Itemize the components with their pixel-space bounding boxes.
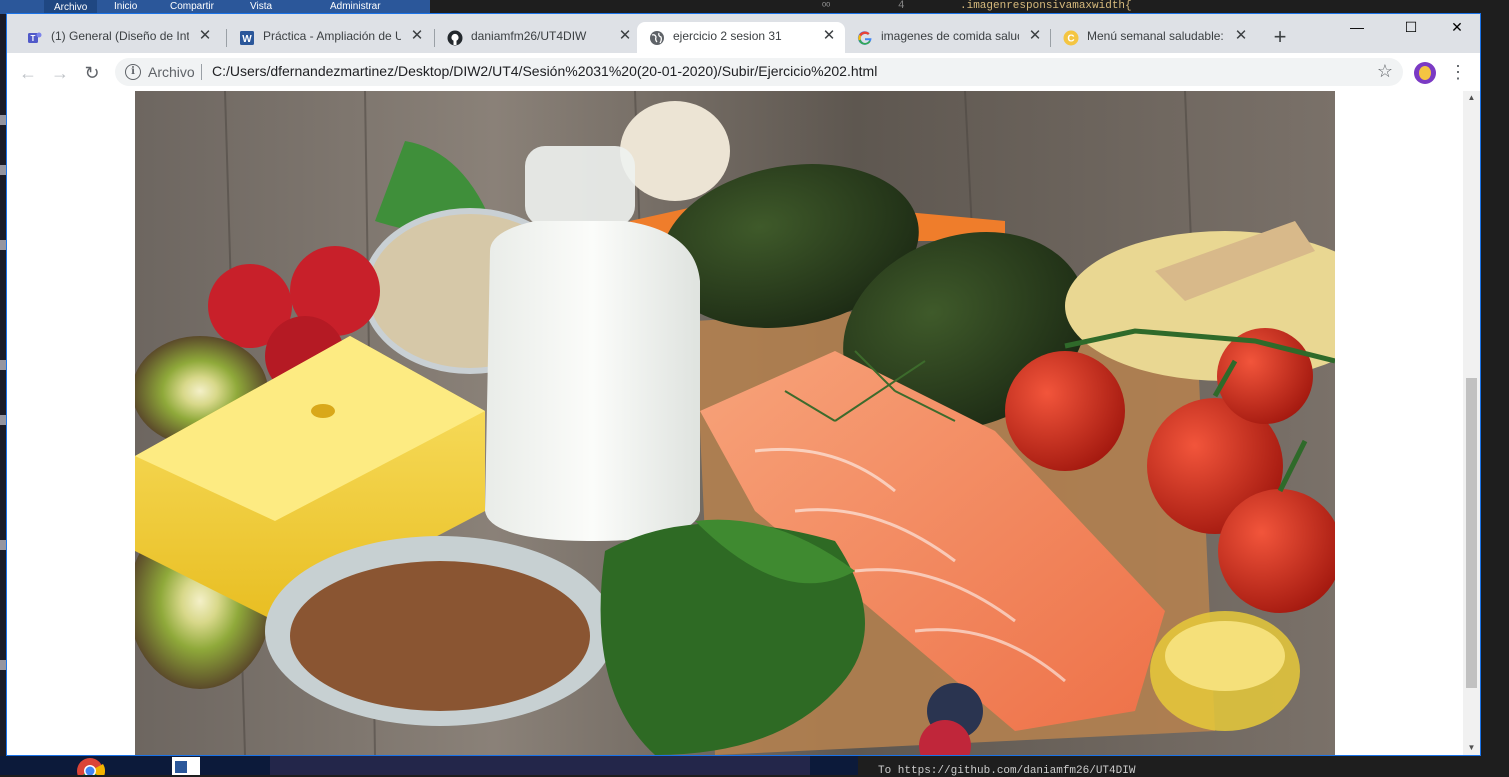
browser-toolbar: ← → ↻ i Archivo C:/Users/dfernandezmarti…	[7, 53, 1480, 92]
tab-github[interactable]: daniamfm26/UT4DIW ✕	[435, 22, 641, 53]
tab-label: Menú semanal saludable: e	[1087, 29, 1225, 43]
tab-close-icon[interactable]: ✕	[1233, 28, 1249, 44]
maximize-button[interactable]: ☐	[1388, 14, 1434, 40]
word-taskbar-icon[interactable]	[172, 757, 200, 775]
bookmark-star-icon[interactable]: ☆	[1377, 61, 1393, 82]
tab-close-icon[interactable]: ✕	[617, 28, 633, 44]
tab-label: Práctica - Ampliación de U	[263, 29, 401, 43]
terminal-line: To https://github.com/daniamfm26/UT4DIW	[878, 765, 1136, 777]
tab-label: (1) General (Diseño de Inte	[51, 29, 189, 43]
ribbon-tab-inicio[interactable]: Inicio	[114, 1, 137, 12]
minimize-button[interactable]: —	[1334, 14, 1380, 40]
terminal-behind: To https://github.com/daniamfm26/UT4DIW	[858, 755, 1509, 777]
cookpad-icon: C	[1063, 30, 1079, 46]
new-tab-button[interactable]: +	[1269, 26, 1291, 48]
code-editor-behind: ᵒᵒ 4 .imagenresponsivamaxwidth{	[810, 0, 1509, 14]
browser-window: T (1) General (Diseño de Inte ✕ W Prácti…	[7, 14, 1480, 755]
close-window-button[interactable]: ✕	[1434, 14, 1480, 40]
tab-ejercicio-active[interactable]: ejercicio 2 sesion 31 ✕	[637, 22, 845, 53]
google-icon	[857, 30, 873, 46]
url-text[interactable]: C:/Users/dfernandezmartinez/Desktop/DIW2…	[212, 63, 877, 79]
tab-close-icon[interactable]: ✕	[409, 28, 425, 44]
editor-line-number: 4	[898, 0, 905, 12]
word-icon: W	[239, 30, 255, 46]
ribbon-tab-compartir[interactable]: Compartir	[170, 1, 214, 12]
tab-word[interactable]: W Práctica - Ampliación de U ✕	[227, 22, 433, 53]
site-info-icon[interactable]: i	[125, 64, 141, 80]
ribbon-tab-administrar[interactable]: Administrar	[330, 1, 381, 12]
tab-teams[interactable]: T (1) General (Diseño de Inte ✕	[15, 22, 221, 53]
tab-strip: T (1) General (Diseño de Inte ✕ W Prácti…	[7, 14, 1480, 53]
tab-close-icon[interactable]: ✕	[1027, 28, 1043, 44]
omnibox-divider	[201, 64, 202, 80]
forward-button[interactable]: →	[48, 61, 72, 85]
github-icon	[447, 30, 463, 46]
svg-text:T: T	[31, 34, 36, 43]
chrome-taskbar-icon[interactable]	[70, 757, 110, 775]
back-button[interactable]: ←	[16, 61, 40, 85]
tab-menu-semanal[interactable]: C Menú semanal saludable: e ✕	[1051, 22, 1257, 53]
word-ribbon-behind: Archivo Inicio Compartir Vista Administr…	[0, 0, 430, 14]
scheme-label: Archivo	[148, 64, 195, 80]
editor-code-line: .imagenresponsivamaxwidth{	[960, 0, 1132, 12]
page-viewport	[7, 91, 1463, 755]
tab-close-icon[interactable]: ✕	[197, 28, 213, 44]
scroll-up-arrow-icon[interactable]: ▲	[1463, 91, 1480, 105]
profile-avatar[interactable]	[1414, 62, 1436, 84]
tab-label: ejercicio 2 sesion 31	[673, 29, 782, 43]
editor-gutter-icon: ᵒᵒ	[822, 0, 831, 12]
tab-google-images[interactable]: imagenes de comida salud ✕	[845, 22, 1051, 53]
scroll-down-arrow-icon[interactable]: ▼	[1463, 741, 1480, 755]
ribbon-tab-vista[interactable]: Vista	[250, 1, 272, 12]
desktop-edge	[0, 0, 7, 775]
tab-label: imagenes de comida salud	[881, 29, 1019, 43]
taskbar	[0, 756, 858, 775]
chrome-menu-icon[interactable]: ⋮	[1449, 61, 1467, 83]
healthy-food-image	[135, 91, 1335, 755]
reload-button[interactable]: ↻	[80, 61, 104, 85]
tab-close-icon[interactable]: ✕	[821, 28, 837, 44]
svg-text:C: C	[1067, 34, 1074, 45]
globe-icon	[649, 30, 665, 46]
page-scrollbar[interactable]: ▲ ▼	[1463, 91, 1480, 755]
svg-text:W: W	[242, 34, 252, 45]
address-bar[interactable]: i Archivo C:/Users/dfernandezmartinez/De…	[115, 58, 1403, 86]
ribbon-tab-archivo[interactable]: Archivo	[44, 0, 98, 14]
scrollbar-thumb[interactable]	[1466, 378, 1477, 688]
tab-label: daniamfm26/UT4DIW	[471, 29, 587, 43]
teams-icon: T	[27, 30, 43, 46]
